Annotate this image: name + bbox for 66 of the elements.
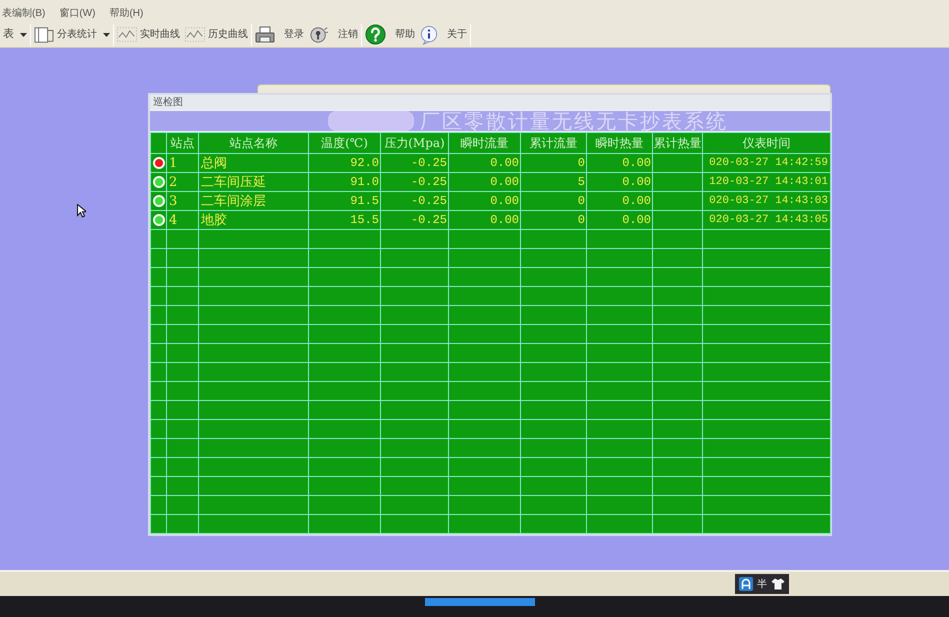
caret-icon: [103, 32, 110, 36]
table-cell: 二车间压延: [198, 172, 308, 192]
column-header: 仪表时间: [702, 132, 830, 154]
line-chart-icon: [117, 27, 137, 42]
table-cell: 020-03-27 14:43:05: [702, 210, 830, 230]
column-header: 累计流量: [520, 132, 586, 154]
table-cell: 0: [520, 192, 586, 210]
column-header: 温度(℃): [308, 132, 380, 154]
notebook-icon: [34, 26, 54, 44]
menu-item[interactable]: 窗口(W): [57, 6, 98, 20]
table-cell: 5: [520, 172, 586, 192]
toolbar-button[interactable]: 分表统计: [33, 22, 111, 46]
line-chart-icon: [185, 27, 205, 42]
table-cell: 4: [166, 210, 198, 230]
table-cell: 020-03-27 14:42:59: [702, 154, 830, 172]
table-cell: 0.00: [448, 210, 520, 230]
table-cell: -0.25: [380, 154, 448, 172]
toolbar-button[interactable]: 登录: [254, 22, 305, 46]
table-cell: 0.00: [448, 192, 520, 210]
table-cell: 二车间涂层: [198, 192, 308, 210]
input-method-icon: [739, 577, 753, 591]
column-header: 站点: [166, 132, 198, 154]
table-cell: 0: [520, 154, 586, 172]
ime-mode-label[interactable]: 半: [757, 576, 767, 592]
printer-icon: [255, 26, 275, 44]
toolbar-button[interactable]: 注销: [308, 22, 359, 46]
toolbar-button[interactable]: 实时曲线: [116, 22, 181, 46]
table-cell: 总阀: [198, 154, 308, 172]
table-cell: 2: [166, 172, 198, 192]
table-cell: 92.0: [308, 154, 380, 172]
table-cell: 0.00: [586, 192, 652, 210]
table-cell: 0.00: [448, 172, 520, 192]
table-cell: 0.00: [586, 210, 652, 230]
toolbar-button[interactable]: 帮助: [364, 22, 416, 46]
table-cell: 91.0: [308, 172, 380, 192]
table-cell: -0.25: [380, 210, 448, 230]
toolbar-button[interactable]: 关于: [419, 22, 468, 46]
table-cell: 120-03-27 14:43:01: [702, 172, 830, 192]
column-header: 站点名称: [198, 132, 308, 154]
table-cell: 91.5: [308, 192, 380, 210]
table-cell: 地胶: [198, 210, 308, 230]
mouse-cursor-icon: [77, 204, 86, 218]
table-cell: 0.00: [448, 154, 520, 172]
table-cell: 020-03-27 14:43:03: [702, 192, 830, 210]
table-cell: 0: [520, 210, 586, 230]
table-cell: 0.00: [586, 154, 652, 172]
table-cell: -0.25: [380, 172, 448, 192]
info-icon: [420, 24, 438, 44]
toolbar-button[interactable]: 表: [2, 22, 28, 46]
window-title: 巡检图: [153, 96, 183, 110]
column-header: 压力(Mpa): [380, 132, 448, 154]
caret-icon: [20, 32, 27, 36]
menu-item[interactable]: 帮助(H): [107, 6, 146, 20]
shirt-icon: [771, 578, 785, 590]
table-cell: 0.00: [586, 172, 652, 192]
table-cell: 3: [166, 192, 198, 210]
column-header: 瞬时热量: [586, 132, 652, 154]
column-header: 累计热量: [652, 132, 702, 154]
column-header: 瞬时流量: [448, 132, 520, 154]
table-cell: -0.25: [380, 192, 448, 210]
help-icon: [365, 24, 386, 45]
table-cell: 1: [166, 154, 198, 172]
keyhole-icon: [309, 26, 329, 44]
menu-item[interactable]: 表编制(B): [0, 6, 48, 20]
table-cell: 15.5: [308, 210, 380, 230]
toolbar-button[interactable]: 历史曲线: [184, 22, 249, 46]
